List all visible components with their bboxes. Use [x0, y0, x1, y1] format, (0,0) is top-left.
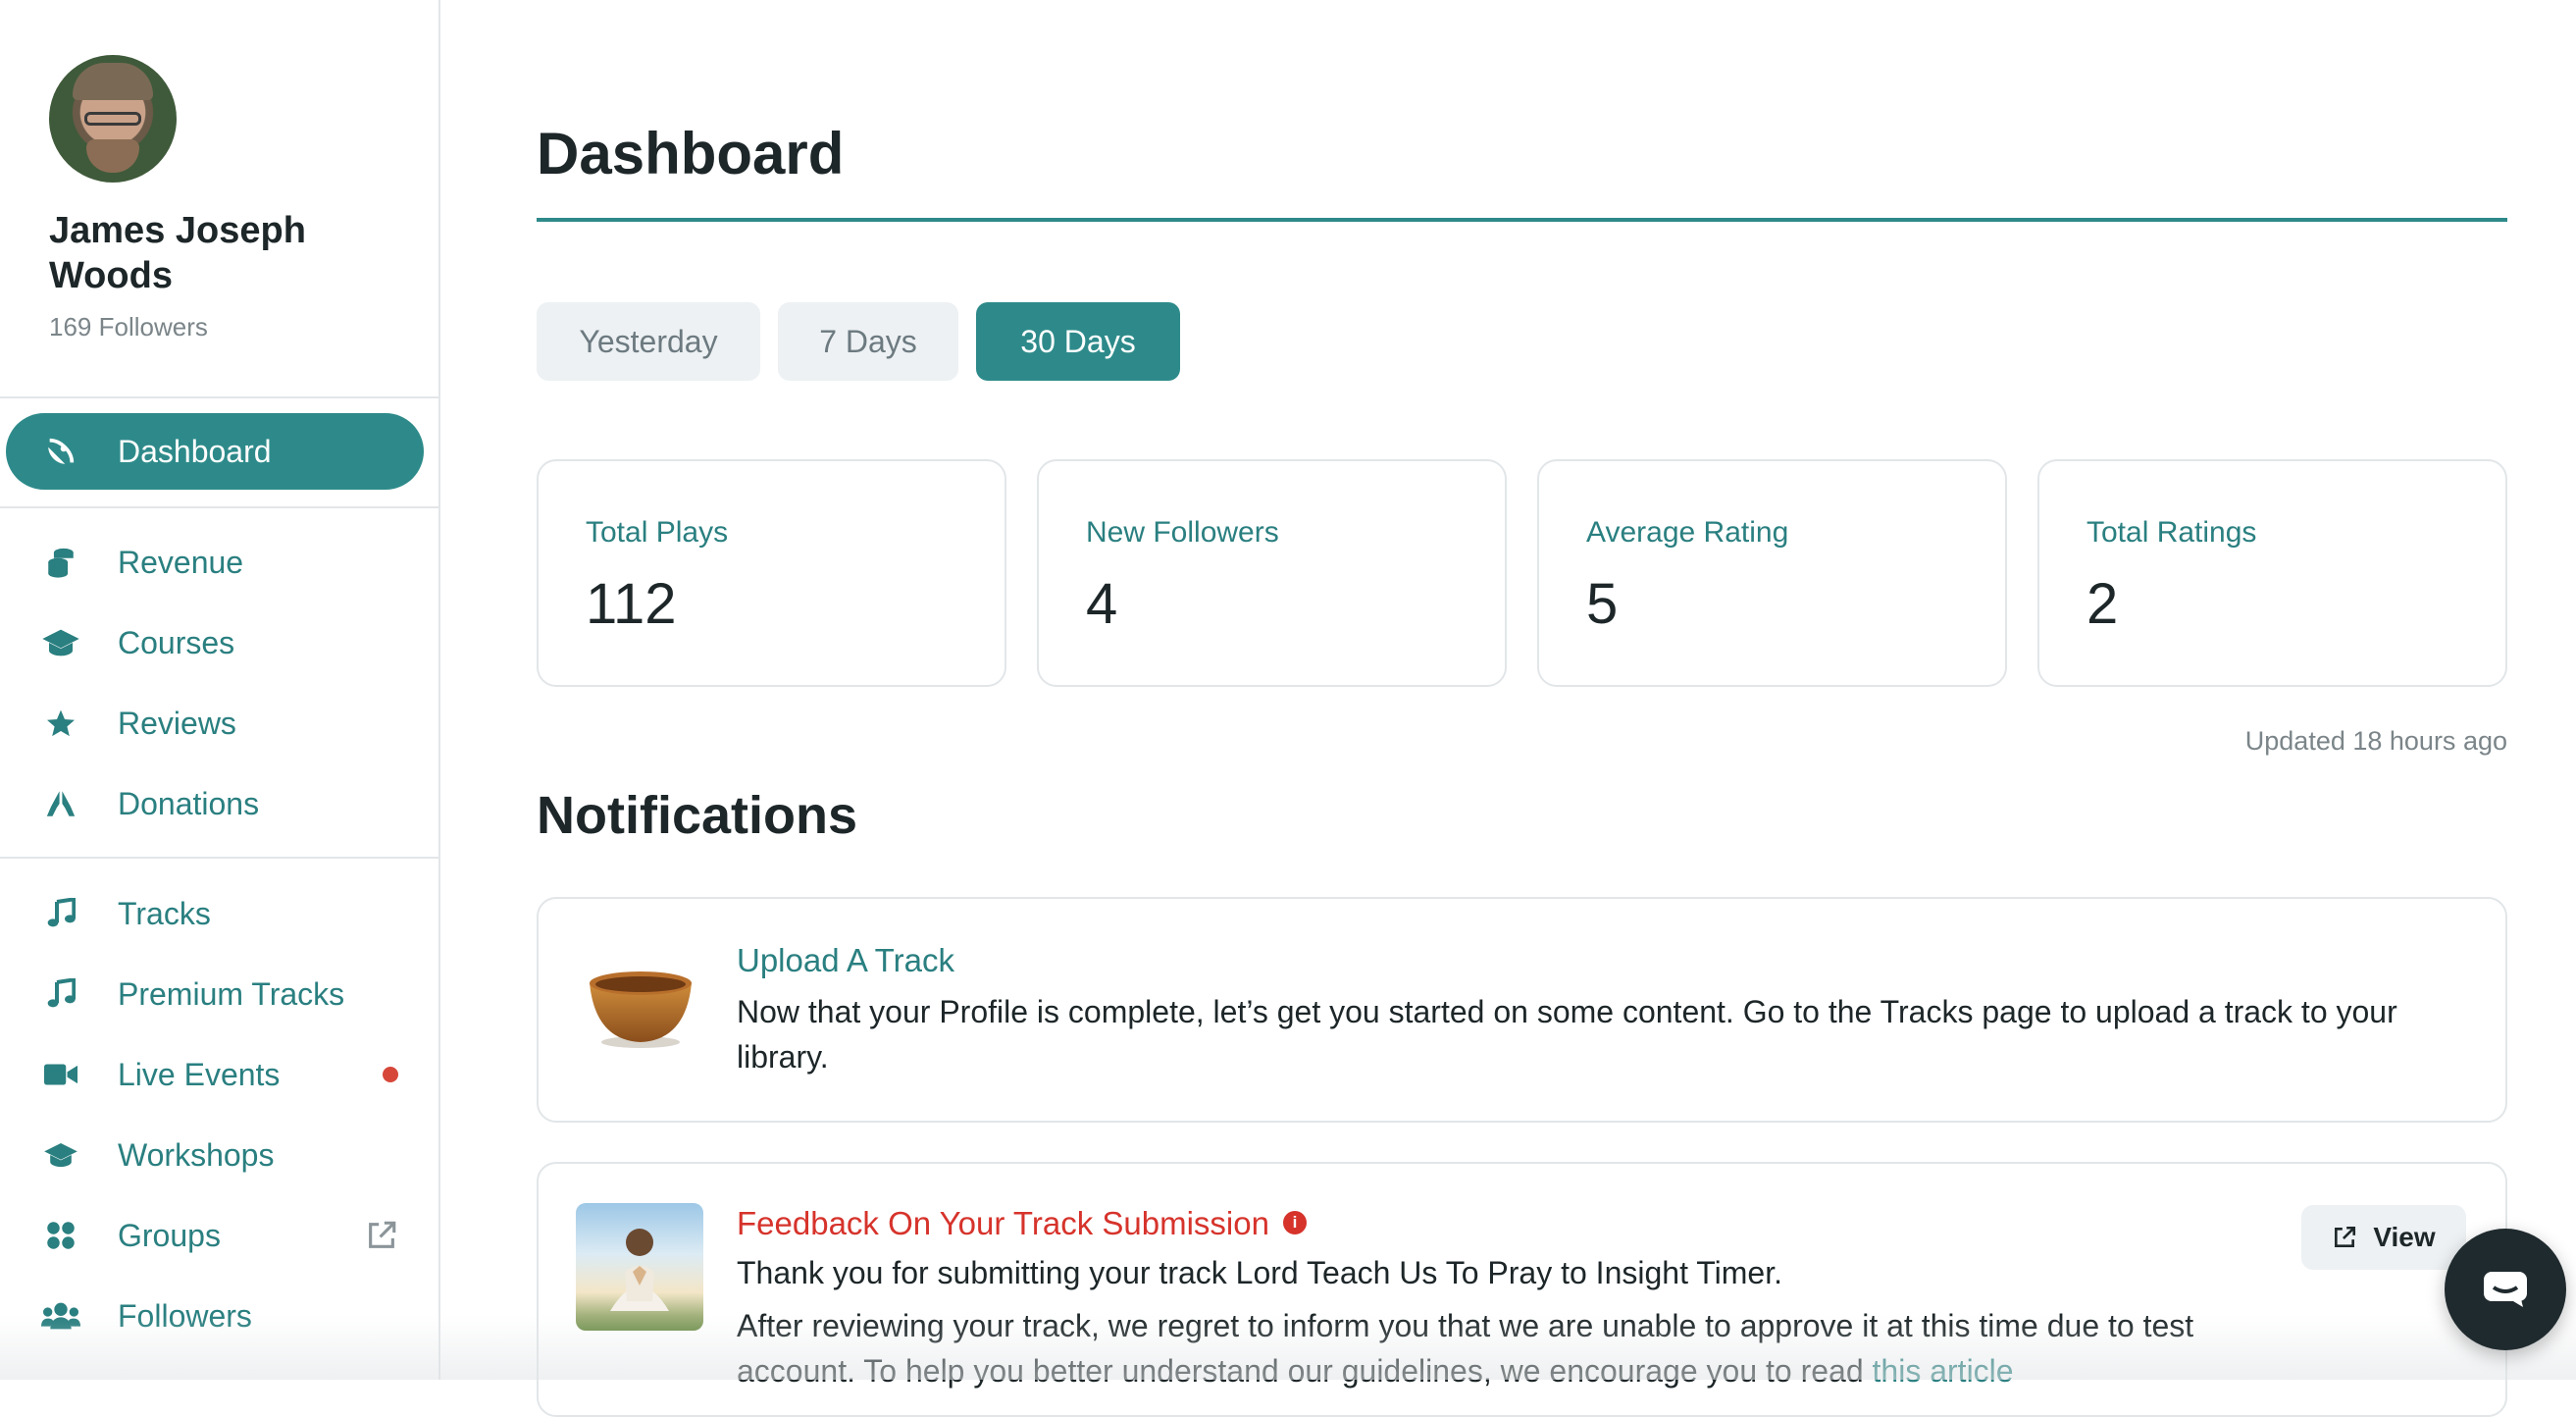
notification-body-line: Thank you for submitting your track Lord…	[737, 1255, 1782, 1290]
notification-body: Now that your Profile is complete, let’s…	[737, 994, 2397, 1075]
avatar[interactable]	[49, 55, 177, 183]
graduation-cap-icon	[41, 1135, 80, 1175]
stat-card-total-ratings: Total Ratings 2	[2037, 459, 2507, 687]
profile: James Joseph Woods 169 Followers	[49, 55, 402, 342]
notifications-heading: Notifications	[537, 786, 858, 845]
range-30-days-button[interactable]: 30 Days	[976, 302, 1180, 381]
stat-label: Total Ratings	[2087, 516, 2257, 549]
singing-bowl-icon	[590, 971, 692, 1048]
view-button[interactable]: View	[2301, 1205, 2466, 1270]
satellite-dish-icon	[41, 432, 80, 471]
info-icon: i	[1282, 1211, 1307, 1235]
stat-label: Total Plays	[586, 516, 729, 549]
sidebar-item-reviews[interactable]: Reviews	[6, 685, 424, 761]
sidebar-item-label: Live Events	[118, 1056, 281, 1092]
graduation-cap-icon	[41, 623, 80, 662]
stat-card-new-followers: New Followers 4	[1037, 459, 1507, 687]
music-note-icon	[41, 974, 80, 1014]
notification-track-feedback[interactable]: Feedback On Your Track Submission i Thank…	[537, 1162, 2507, 1417]
profile-followers-count: 169 Followers	[49, 312, 208, 341]
sidebar-item-label: Followers	[118, 1297, 252, 1334]
users-icon	[41, 1296, 80, 1336]
stat-value: 5	[1586, 572, 1619, 636]
sidebar-item-courses[interactable]: Courses	[6, 604, 424, 681]
stat-card-average-rating: Average Rating 5	[1537, 459, 2007, 687]
stat-card-total-plays: Total Plays 112	[537, 459, 1006, 687]
sidebar-item-label: Groups	[118, 1217, 221, 1253]
praying-hands-icon	[41, 784, 80, 823]
profile-name: James Joseph Woods	[49, 210, 306, 296]
sidebar-item-label: Courses	[118, 624, 235, 660]
notification-body-line: account. To help you better understand o…	[737, 1348, 2326, 1393]
star-icon	[41, 704, 80, 743]
sidebar-item-label: Workshops	[118, 1136, 275, 1173]
avatar-glasses	[84, 112, 141, 126]
chat-icon	[2484, 1272, 2527, 1307]
sidebar-item-label: Premium Tracks	[118, 975, 345, 1012]
sidebar-item-groups[interactable]: Groups	[6, 1197, 424, 1274]
title-underline	[537, 218, 2507, 222]
notification-title[interactable]: Feedback On Your Track Submission i	[737, 1205, 1307, 1242]
grid-circles-icon	[41, 1216, 80, 1255]
range-7-days-button[interactable]: 7 Days	[778, 302, 958, 381]
sidebar-item-followers[interactable]: Followers	[6, 1278, 424, 1354]
live-indicator-dot	[383, 1067, 398, 1082]
notification-title-text: Feedback On Your Track Submission	[737, 1205, 1269, 1241]
page-title: Dashboard	[537, 121, 845, 186]
notification-body-text: account. To help you better understand o…	[737, 1353, 1864, 1389]
stat-value: 2	[2087, 572, 2119, 636]
sidebar: James Joseph Woods 169 Followers Dashboa…	[0, 0, 440, 1380]
avatar-beanie	[73, 63, 153, 100]
view-button-label: View	[2373, 1222, 2436, 1252]
sidebar-item-live-events[interactable]: Live Events	[6, 1036, 424, 1113]
sidebar-item-donations[interactable]: Donations	[6, 765, 424, 842]
avatar-beard	[86, 139, 139, 173]
range-yesterday-button[interactable]: Yesterday	[537, 302, 760, 381]
sidebar-item-tracks[interactable]: Tracks	[6, 875, 424, 952]
sidebar-item-label: Donations	[118, 785, 260, 821]
stat-value: 112	[586, 572, 677, 636]
sidebar-item-label: Revenue	[118, 544, 244, 580]
sidebar-item-dashboard[interactable]: Dashboard	[6, 413, 424, 490]
sidebar-item-label: Dashboard	[118, 433, 272, 469]
stat-label: New Followers	[1086, 516, 1279, 549]
stat-value: 4	[1086, 572, 1118, 636]
sidebar-item-workshops[interactable]: Workshops	[6, 1117, 424, 1193]
updated-timestamp: Updated 18 hours ago	[2244, 726, 2507, 756]
notification-title[interactable]: Upload A Track	[737, 942, 954, 979]
sidebar-item-label: Reviews	[118, 705, 236, 741]
chat-button[interactable]	[2445, 1229, 2566, 1350]
divider	[0, 396, 440, 398]
music-note-icon	[41, 894, 80, 933]
track-thumbnail	[576, 1203, 703, 1331]
article-link[interactable]: this article	[1873, 1353, 2014, 1389]
coins-icon	[41, 543, 80, 582]
sidebar-item-label: Tracks	[118, 895, 211, 931]
external-link-icon	[2335, 1226, 2356, 1247]
notification-body-line: After reviewing your track, we regret to…	[737, 1308, 2194, 1343]
sidebar-item-revenue[interactable]: Revenue	[6, 524, 424, 601]
divider	[0, 857, 440, 859]
external-link-icon	[365, 1219, 398, 1252]
divider	[0, 506, 440, 508]
stat-label: Average Rating	[1586, 516, 1789, 549]
video-camera-icon	[41, 1055, 80, 1094]
sidebar-item-premium-tracks[interactable]: Premium Tracks	[6, 956, 424, 1032]
notification-upload-track[interactable]: Upload A Track Now that your Profile is …	[537, 897, 2507, 1123]
